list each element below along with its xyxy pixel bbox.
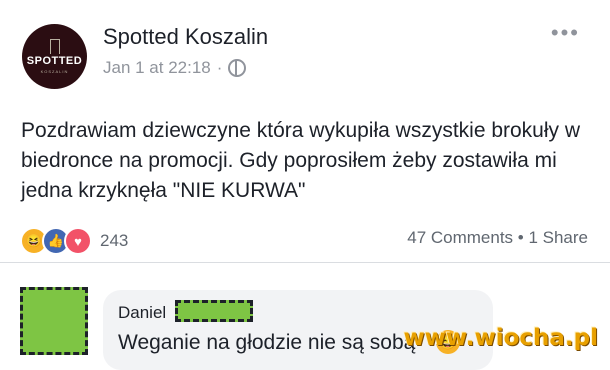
avatar-logo-subtext: KOSZALIN [40, 69, 69, 74]
page-name-link[interactable]: Spotted Koszalin [103, 24, 268, 50]
logo-tower-icon [49, 39, 60, 54]
globe-icon [228, 59, 247, 77]
author-censor-mask [175, 300, 253, 322]
commenter-avatar[interactable] [20, 287, 88, 355]
reaction-count: 243 [100, 231, 129, 250]
post-meta: Jan 1 at 22:18 · [103, 58, 247, 78]
reactions-summary[interactable]: 😆 👍 ♥ 243 [20, 227, 128, 255]
comments-shares-count[interactable]: 47 Comments • 1 Share [407, 228, 588, 248]
comment-text: Weganie na głodzie nie są sobą [118, 331, 416, 354]
divider [0, 262, 610, 263]
post-text: Pozdrawiam dziewczyne która wykupiła wsz… [21, 119, 581, 202]
love-reaction-icon: ♥ [64, 227, 92, 255]
comment-author[interactable]: Daniel [118, 303, 166, 323]
more-options-button[interactable]: ••• [551, 20, 580, 46]
meta-separator: · [216, 58, 223, 77]
page-avatar[interactable]: SPOTTED KOSZALIN [22, 24, 87, 89]
watermark: www.wiocha.pl [403, 325, 598, 351]
post-timestamp[interactable]: Jan 1 at 22:18 [103, 58, 211, 78]
avatar-logo-text: SPOTTED [26, 55, 83, 67]
